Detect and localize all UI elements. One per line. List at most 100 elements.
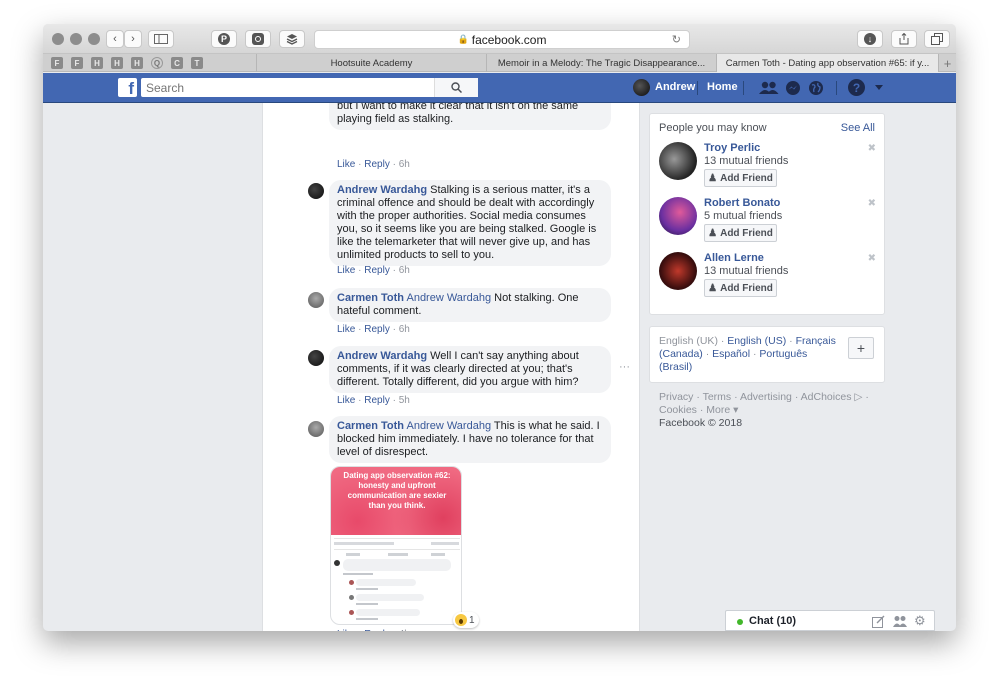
person-photo[interactable]	[659, 252, 697, 290]
address-bar[interactable]: 🔒 facebook.com ↻	[314, 30, 690, 49]
search-button[interactable]	[434, 78, 478, 97]
comment-time: 6h	[398, 324, 410, 335]
notifications-globe-icon[interactable]	[808, 80, 824, 96]
sidebar-toggle-icon[interactable]	[148, 30, 174, 48]
pinned-tab[interactable]: T	[191, 57, 203, 69]
pinned-tab[interactable]: F	[71, 57, 83, 69]
screenshot-extension-icon[interactable]	[245, 30, 271, 48]
commenter-avatar[interactable]	[308, 350, 324, 366]
mutual-friends[interactable]: 5 mutual friends	[704, 210, 782, 222]
comment-author[interactable]: Carmen Toth	[337, 420, 404, 432]
reply-link[interactable]: Reply	[364, 265, 390, 276]
new-tab-icon[interactable]: +	[938, 54, 956, 72]
person-name[interactable]: Troy Perlic	[704, 142, 760, 154]
reload-icon[interactable]: ↻	[672, 33, 681, 46]
adchoices-icon: ▷	[854, 391, 863, 403]
comment-image-attachment[interactable]: Dating app observation #62: honesty and …	[330, 466, 462, 625]
reply-link[interactable]: Reply	[364, 395, 390, 406]
like-link[interactable]: Like	[337, 159, 355, 170]
page-footer: Privacy · Terms · Advertising · AdChoice…	[659, 391, 869, 429]
forward-button[interactable]: ›	[124, 30, 142, 48]
friend-requests-icon[interactable]	[759, 81, 779, 95]
people-you-may-know-panel: People you may know See All Troy Perlic …	[649, 113, 885, 315]
footer-link[interactable]: AdChoices	[801, 391, 852, 403]
dismiss-icon[interactable]: ✖	[868, 143, 876, 154]
commenter-avatar[interactable]	[308, 421, 324, 437]
comment-mention[interactable]: Andrew Wardahg	[406, 292, 491, 304]
see-all-link[interactable]: See All	[841, 122, 875, 134]
reaction-badge[interactable]: 1	[453, 612, 479, 628]
downloads-icon[interactable]: ↓	[857, 30, 883, 48]
facebook-logo[interactable]: f	[118, 78, 137, 97]
footer-link[interactable]: More	[706, 404, 730, 416]
comment-author[interactable]: Andrew Wardahg	[337, 350, 427, 362]
messenger-icon[interactable]	[785, 80, 801, 96]
comment-actions: Like · Reply · 6h	[337, 265, 410, 276]
comment-mention[interactable]: Andrew Wardahg	[406, 420, 491, 432]
person-photo[interactable]	[659, 197, 697, 235]
reply-link[interactable]: Reply	[364, 629, 390, 631]
dismiss-icon[interactable]: ✖	[868, 253, 876, 264]
minimize-window-icon[interactable]	[70, 33, 82, 45]
pinned-tab[interactable]: H	[91, 57, 103, 69]
like-link[interactable]: Like	[337, 629, 355, 631]
comment-actions: Like · Reply · 4h	[337, 629, 410, 631]
language-option[interactable]: English (US)	[727, 335, 786, 347]
account-menu-chevron-icon[interactable]	[875, 85, 883, 91]
comment-bubble: Andrew Wardahg Well I can't say anything…	[329, 346, 611, 393]
comment-author[interactable]: Carmen Toth	[337, 292, 404, 304]
help-icon[interactable]: ?	[848, 79, 865, 96]
new-message-icon[interactable]	[872, 615, 885, 628]
tab-memoir[interactable]: Memoir in a Melody: The Tragic Disappear…	[486, 54, 716, 72]
new-group-icon[interactable]	[893, 615, 907, 628]
comment-actions: Like · Reply · 6h	[337, 159, 410, 170]
profile-link[interactable]: Andrew	[655, 81, 695, 93]
chat-settings-gear-icon[interactable]: ⚙	[914, 613, 926, 629]
tab-bar: F F H H H Q C T Hootsuite Academy Memoir…	[43, 54, 956, 72]
share-icon[interactable]	[891, 30, 917, 48]
user-avatar[interactable]	[633, 79, 650, 96]
dismiss-icon[interactable]: ✖	[868, 198, 876, 209]
pinned-tab[interactable]: F	[51, 57, 63, 69]
search-input[interactable]	[141, 78, 441, 97]
footer-link[interactable]: Privacy	[659, 391, 693, 403]
footer-link[interactable]: Advertising	[740, 391, 792, 403]
reply-link[interactable]: Reply	[364, 324, 390, 335]
add-friend-button[interactable]: ♟ Add Friend	[704, 224, 777, 242]
like-link[interactable]: Like	[337, 324, 355, 335]
home-link[interactable]: Home	[707, 81, 738, 93]
zoom-window-icon[interactable]	[88, 33, 100, 45]
buffer-extension-icon[interactable]	[279, 30, 305, 48]
back-button[interactable]: ‹	[106, 30, 124, 48]
add-friend-button[interactable]: ♟ Add Friend	[704, 279, 777, 297]
pinned-tab[interactable]: H	[131, 57, 143, 69]
like-link[interactable]: Like	[337, 265, 355, 276]
comment-author[interactable]: Andrew Wardahg	[337, 184, 427, 196]
close-window-icon[interactable]	[52, 33, 64, 45]
pinterest-extension-icon[interactable]: P	[211, 30, 237, 48]
tab-hootsuite[interactable]: Hootsuite Academy	[256, 54, 486, 72]
pinned-tab[interactable]: H	[111, 57, 123, 69]
pinned-tab[interactable]: C	[171, 57, 183, 69]
tab-carmen-toth[interactable]: Carmen Toth - Dating app observation #65…	[716, 54, 938, 72]
language-option[interactable]: Español	[712, 348, 750, 360]
pinned-tab[interactable]: Q	[151, 57, 163, 69]
person-name[interactable]: Allen Lerne	[704, 252, 764, 264]
like-link[interactable]: Like	[337, 395, 355, 406]
commenter-avatar[interactable]	[308, 183, 324, 199]
comment-options-icon[interactable]: ···	[619, 361, 630, 373]
chat-bar[interactable]: Chat (10) ⚙	[725, 610, 935, 631]
mutual-friends[interactable]: 13 mutual friends	[704, 265, 788, 277]
reply-link[interactable]: Reply	[364, 159, 390, 170]
browser-window: ‹ › P 🔒 facebook.com ↻ ↓ F F H H H Q C T…	[43, 24, 956, 631]
footer-link[interactable]: Terms	[703, 391, 732, 403]
person-name[interactable]: Robert Bonato	[704, 197, 780, 209]
footer-link[interactable]: Cookies	[659, 404, 697, 416]
tab-overview-icon[interactable]	[924, 30, 950, 48]
commenter-avatar[interactable]	[308, 292, 324, 308]
add-friend-button[interactable]: ♟ Add Friend	[704, 169, 777, 187]
add-language-button[interactable]: +	[848, 337, 874, 359]
pymk-title: People you may know	[659, 122, 767, 134]
person-photo[interactable]	[659, 142, 697, 180]
mutual-friends[interactable]: 13 mutual friends	[704, 155, 788, 167]
